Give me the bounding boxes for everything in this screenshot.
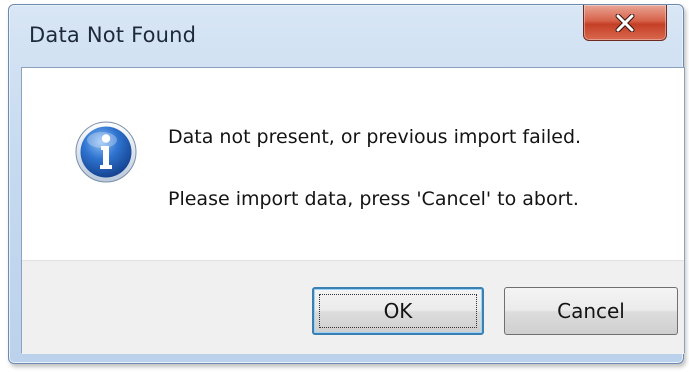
dialog-window: Data Not Found Data not present, or prev…: [8, 4, 685, 364]
message-line-1: Data not present, or previous import fai…: [168, 126, 582, 148]
cancel-button[interactable]: Cancel: [504, 287, 678, 335]
close-icon: [615, 13, 635, 32]
message-line-2: Please import data, press 'Cancel' to ab…: [168, 188, 579, 210]
dialog-body: Data not present, or previous import fai…: [21, 67, 685, 354]
message-area: Data not present, or previous import fai…: [22, 68, 684, 260]
ok-button[interactable]: OK: [312, 287, 484, 335]
close-button[interactable]: [583, 5, 667, 41]
button-bar: OK Cancel: [22, 260, 684, 354]
dialog-title: Data Not Found: [29, 23, 197, 47]
information-icon: [75, 121, 137, 183]
title-bar[interactable]: Data Not Found: [9, 5, 683, 63]
ok-button-label: OK: [383, 299, 413, 323]
cancel-button-label: Cancel: [557, 299, 625, 323]
